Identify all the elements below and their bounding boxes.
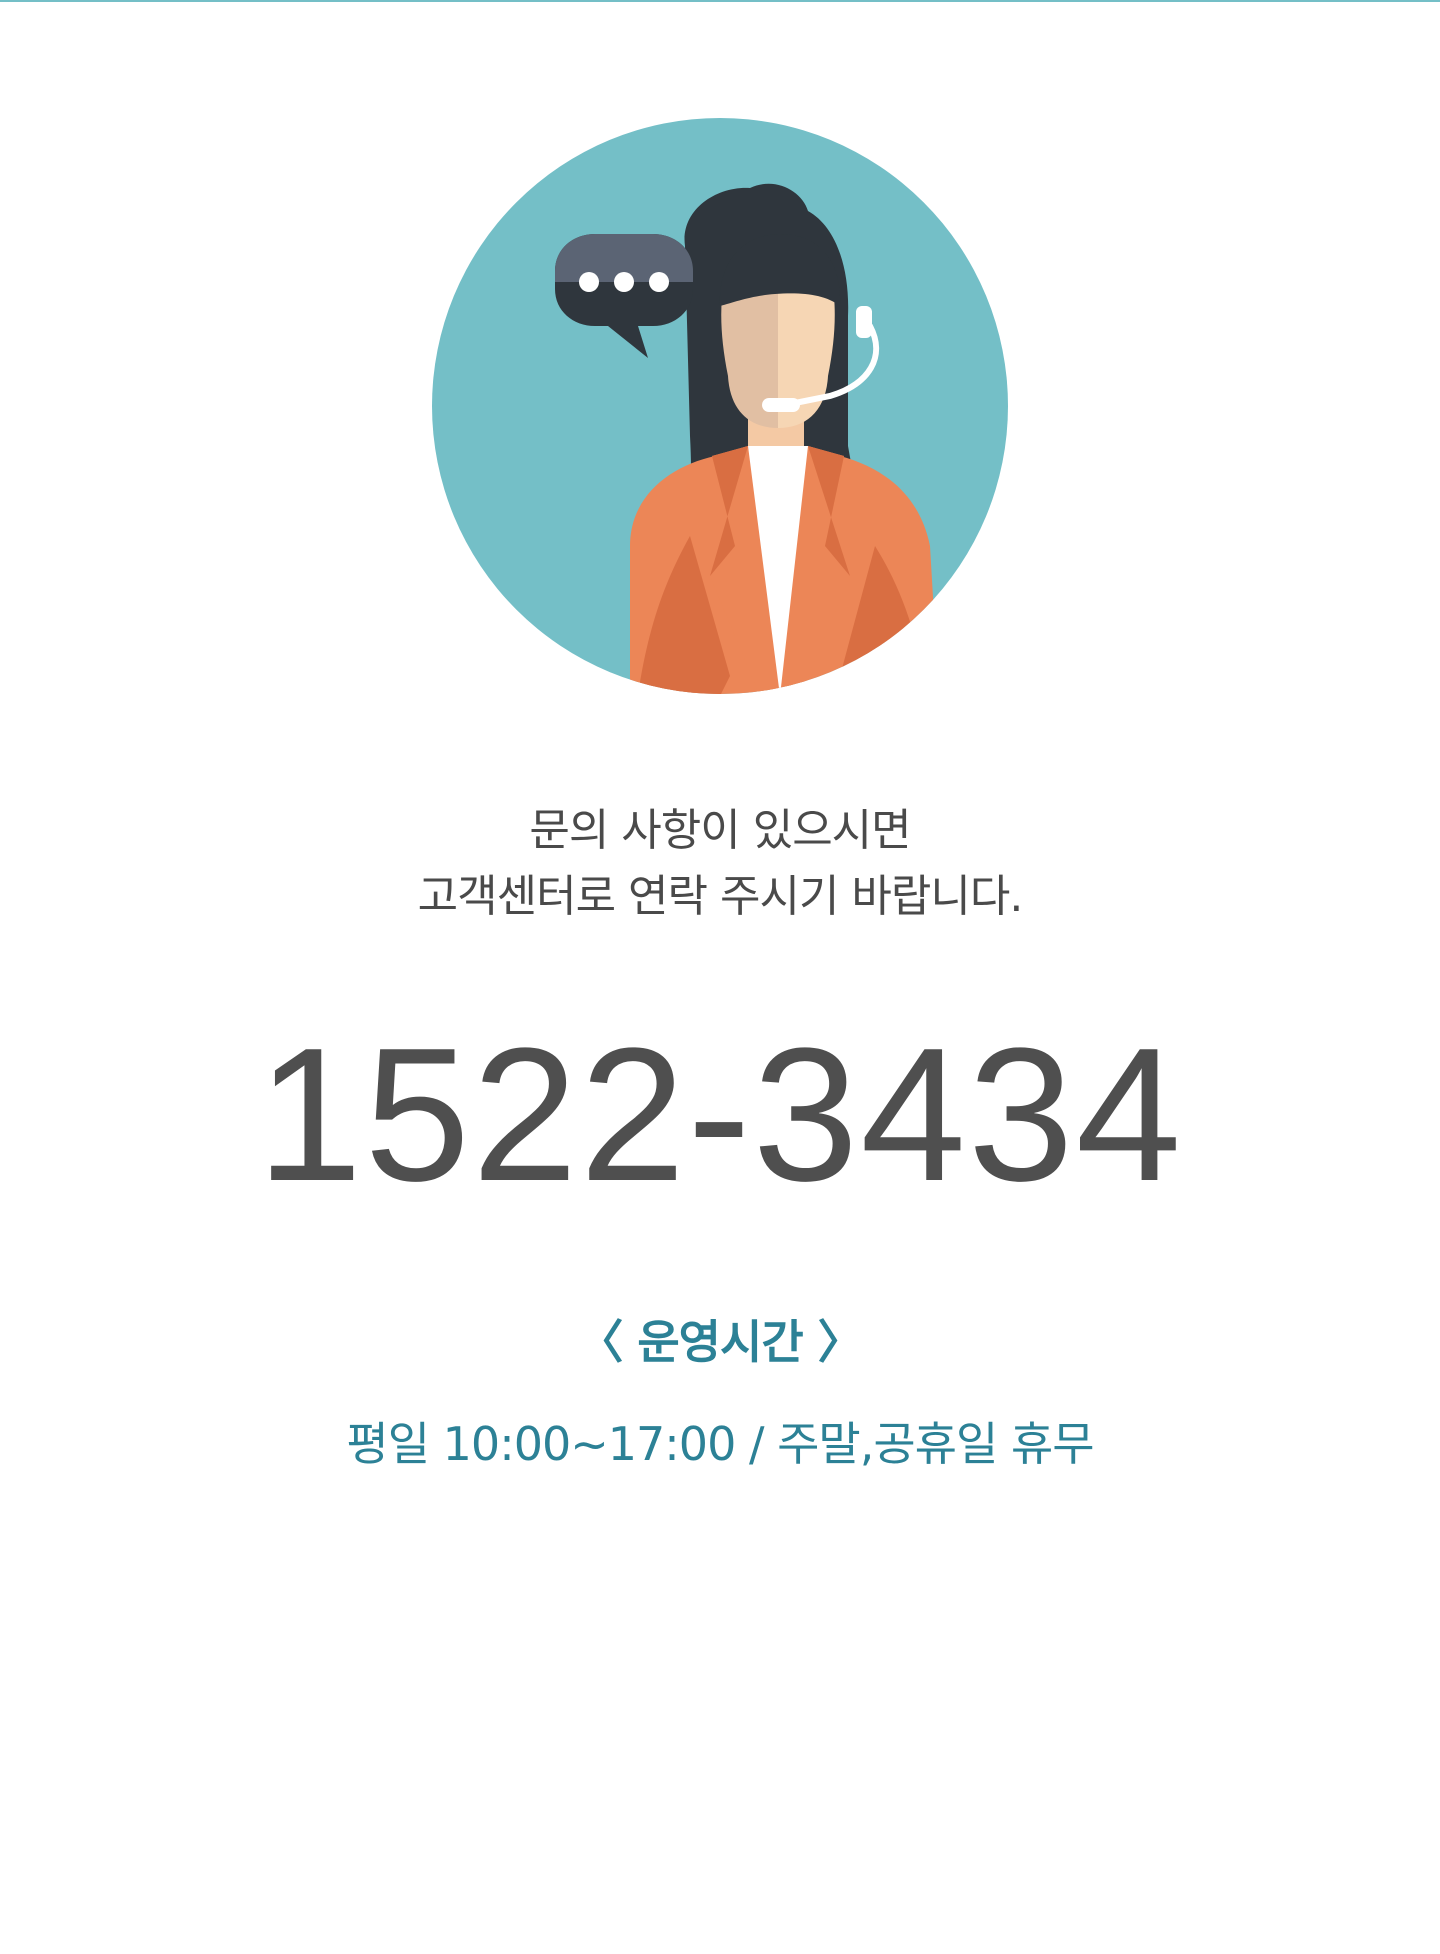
intro-message: 문의 사항이 있으시면 고객센터로 연락 주시기 바랍니다.	[0, 798, 1440, 930]
intro-line-2: 고객센터로 연락 주시기 바랍니다.	[417, 871, 1024, 922]
top-divider	[0, 0, 1440, 2]
customer-service-agent-icon	[430, 116, 1010, 696]
intro-line-1: 문의 사항이 있으시면	[529, 805, 911, 856]
operating-hours-title: 〈 운영시간 〉	[577, 1315, 863, 1369]
phone-number[interactable]: 1522-3434	[0, 1015, 1440, 1215]
operating-hours-detail: 평일 10:00~17:00 / 주말,공휴일 휴무	[346, 1417, 1094, 1471]
